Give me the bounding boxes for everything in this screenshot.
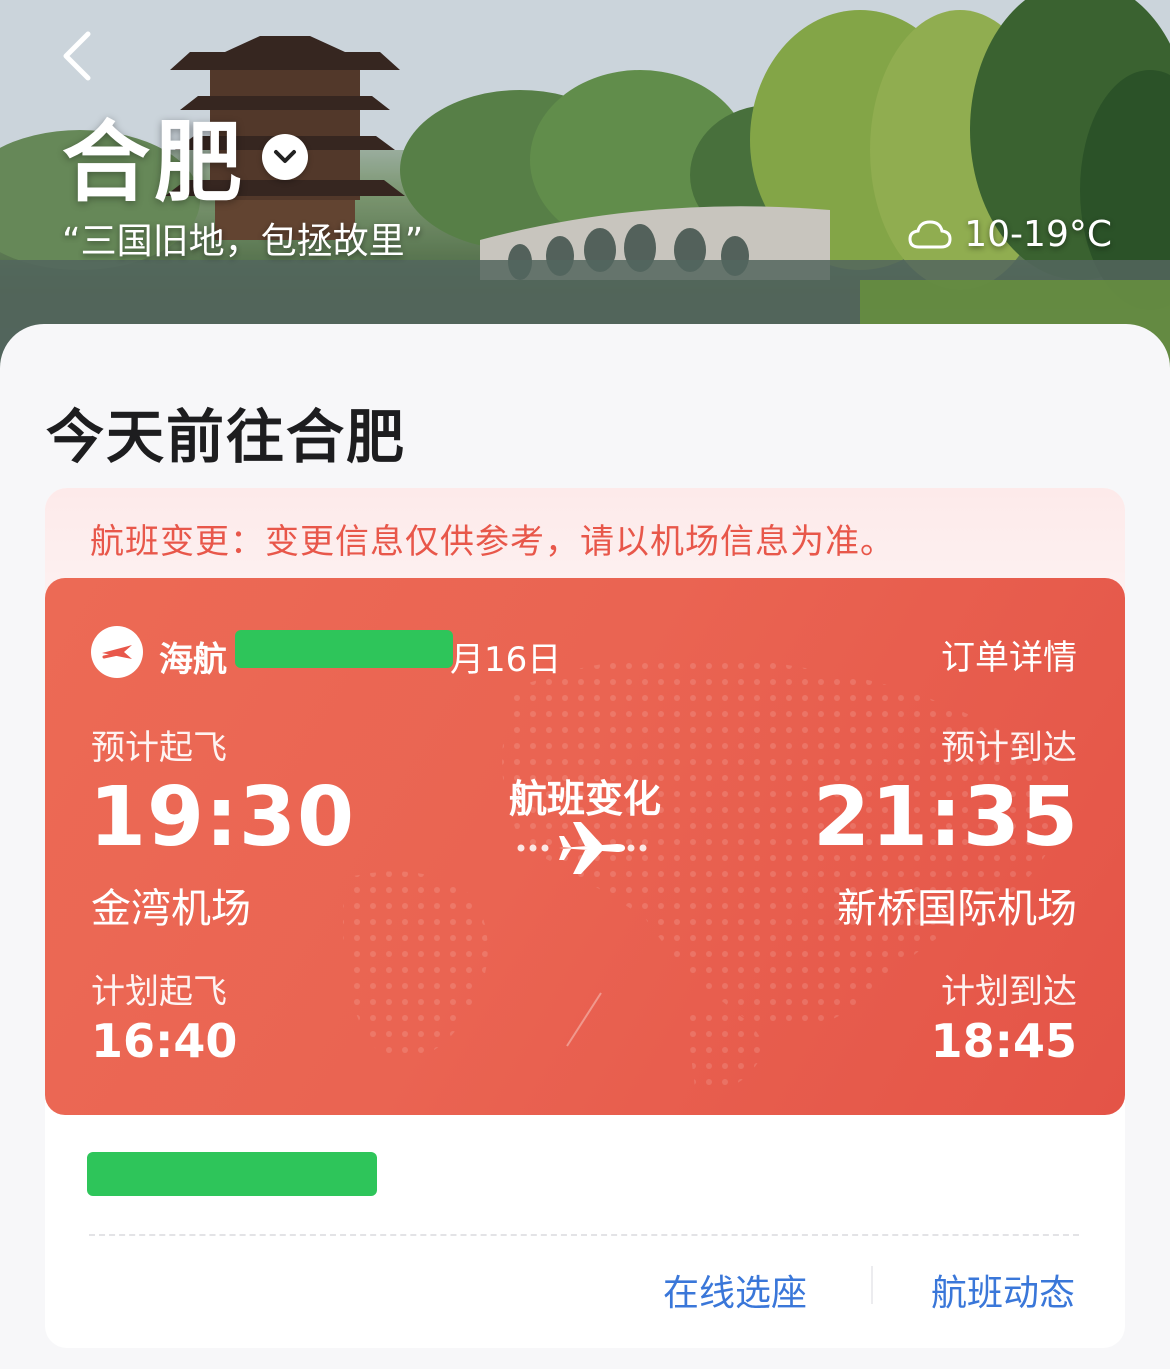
redacted-passenger-info bbox=[87, 1152, 377, 1196]
arrival-estimated-time: 21:35 bbox=[812, 770, 1079, 865]
arrival-scheduled-time: 18:45 bbox=[930, 1014, 1077, 1068]
order-detail-link[interactable]: 订单详情 bbox=[941, 630, 1077, 679]
trip-card: 航班变更：变更信息仅供参考，请以机场信息为准。 海航 月16日 订单详情 预计起… bbox=[45, 488, 1125, 1348]
action-separator bbox=[871, 1266, 873, 1304]
flight-date: 月16日 bbox=[450, 640, 562, 680]
arrival-scheduled-label: 计划到达 bbox=[941, 972, 1077, 1012]
arrival-airport: 新桥国际机场 bbox=[837, 886, 1077, 932]
departure-scheduled-label: 计划起飞 bbox=[91, 972, 227, 1012]
content-sheet: 今天前往合肥 航班变更：变更信息仅供参考，请以机场信息为准。 海航 月16日 订… bbox=[0, 324, 1170, 1369]
city-slogan: “三国旧地，包拯故里” bbox=[62, 221, 424, 262]
airline-logo bbox=[91, 626, 143, 678]
temperature-range: 10-19°C bbox=[964, 214, 1112, 255]
weather-info: 10-19°C bbox=[908, 214, 1112, 255]
city-switch-button[interactable] bbox=[262, 134, 308, 180]
redacted-flight-number bbox=[235, 630, 453, 668]
chevron-left-icon bbox=[63, 31, 91, 81]
departure-estimated-label: 预计起飞 bbox=[91, 728, 227, 768]
cloud-icon bbox=[908, 219, 952, 248]
flight-status-button[interactable]: 航班动态 bbox=[931, 1264, 1075, 1316]
city-header-banner: 合肥 “三国旧地，包拯故里” 10-19°C bbox=[0, 0, 1170, 372]
airline-name: 海航 bbox=[159, 640, 227, 680]
departure-scheduled-time: 16:40 bbox=[91, 1014, 238, 1068]
flight-card[interactable]: 海航 月16日 订单详情 预计起飞 19:30 金湾机场 计划起飞 16:40 … bbox=[45, 578, 1125, 1115]
airline-logo-icon bbox=[102, 645, 132, 659]
city-name: 合肥 bbox=[62, 111, 247, 214]
arrival-estimated-label: 预计到达 bbox=[941, 728, 1077, 768]
chevron-down-icon bbox=[274, 150, 296, 163]
online-seat-selection-button[interactable]: 在线选座 bbox=[663, 1264, 807, 1316]
notice-text: 航班变更：变更信息仅供参考，请以机场信息为准。 bbox=[90, 522, 895, 562]
back-button[interactable] bbox=[52, 26, 112, 86]
section-title: 今天前往合肥 bbox=[46, 403, 407, 471]
departure-airport: 金湾机场 bbox=[91, 886, 251, 932]
airplane-icon bbox=[517, 822, 647, 874]
departure-estimated-time: 19:30 bbox=[89, 770, 356, 865]
dashed-divider bbox=[89, 1234, 1079, 1236]
